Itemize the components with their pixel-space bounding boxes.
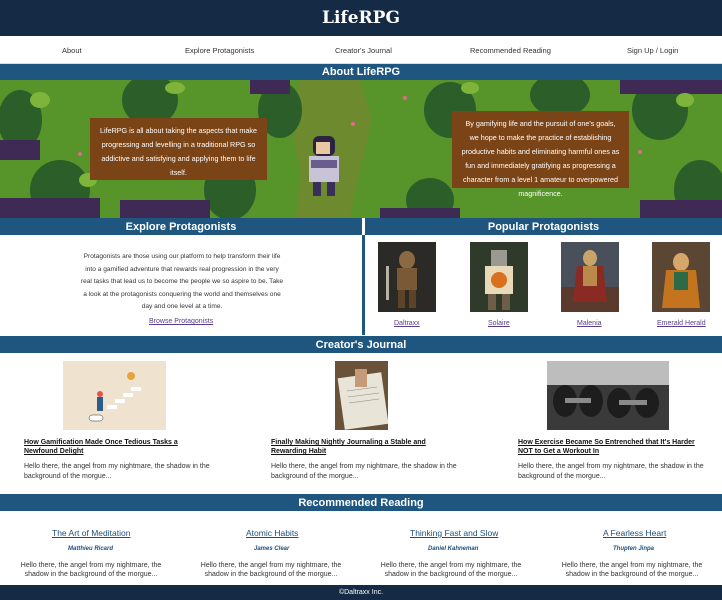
site-logo[interactable]: LifeRPG xyxy=(322,8,400,28)
book-title[interactable]: The Art of Meditation xyxy=(52,528,130,538)
daltraxx-portrait xyxy=(378,242,436,312)
popular-heading-band: Popular Protagonists xyxy=(365,218,722,235)
protagonist-card[interactable]: Emerald Herald xyxy=(652,242,710,327)
protagonist-name[interactable]: Malenia xyxy=(577,320,602,327)
book-author: James Clear xyxy=(254,546,290,552)
journal-post-title[interactable]: Finally Making Nightly Journaling a Stab… xyxy=(271,438,461,456)
book-excerpt: Hello there, the angel from my nightmare… xyxy=(380,562,522,578)
book-excerpt: Hello there, the angel from my nightmare… xyxy=(200,562,342,578)
book-title[interactable]: Thinking Fast and Slow xyxy=(410,528,498,538)
journal-post-title[interactable]: How Exercise Became So Entrenched that I… xyxy=(518,438,708,456)
protagonist-name[interactable]: Daltraxx xyxy=(394,320,420,327)
nav-about[interactable]: About xyxy=(62,46,82,55)
about-intro-box: LifeRPG is all about taking the aspects … xyxy=(90,118,267,180)
nav-recommended-reading[interactable]: Recommended Reading xyxy=(470,46,551,55)
book-title[interactable]: Atomic Habits xyxy=(246,528,298,538)
protagonist-name[interactable]: Solaire xyxy=(488,320,510,327)
book-excerpt: Hello there, the angel from my nightmare… xyxy=(20,562,162,578)
solaire-portrait xyxy=(470,242,528,312)
dumbbells-photo xyxy=(547,361,669,430)
about-mission-box: By gamifying life and the pursuit of one… xyxy=(452,111,629,198)
journal-post-title[interactable]: How Gamification Made Once Tedious Tasks… xyxy=(24,438,209,456)
journal-post-excerpt: Hello there, the angel from my nightmare… xyxy=(518,463,704,480)
about-mission-text: By gamifying life and the pursuit of one… xyxy=(461,119,620,198)
about-intro-text: LifeRPG is all about taking the aspects … xyxy=(99,126,257,177)
reading-heading-band: Recommended Reading xyxy=(0,494,722,511)
protagonist-card[interactable]: Daltraxx xyxy=(378,242,436,327)
book-author: Thupten Jinpa xyxy=(613,546,654,552)
site-header: LifeRPG xyxy=(0,0,722,36)
protagonist-name[interactable]: Emerald Herald xyxy=(657,320,706,327)
journal-post-excerpt: Hello there, the angel from my nightmare… xyxy=(24,463,210,480)
about-heading-band: About LifeRPG xyxy=(0,64,722,80)
book-author: Matthieu Ricard xyxy=(68,546,114,552)
protagonist-card[interactable]: Malenia xyxy=(561,242,619,327)
footer-copyright: ©Daltraxx Inc. xyxy=(338,589,384,596)
about-hero: LifeRPG is all about taking the aspects … xyxy=(0,80,722,218)
journal-post-excerpt: Hello there, the angel from my nightmare… xyxy=(271,463,457,480)
main-nav: About Explore Protagonists Creator's Jou… xyxy=(0,36,722,64)
explore-description: Protagonists are those using our platfor… xyxy=(80,253,284,310)
reading-heading: Recommended Reading xyxy=(298,496,424,509)
book-title[interactable]: A Fearless Heart xyxy=(603,528,666,538)
journal-heading: Creator's Journal xyxy=(315,338,407,351)
site-footer: ©Daltraxx Inc. xyxy=(0,585,722,600)
gamification-illustration xyxy=(63,361,166,430)
popular-heading: Popular Protagonists xyxy=(487,220,600,233)
nav-creators-journal[interactable]: Creator's Journal xyxy=(335,46,392,55)
journal-heading-band: Creator's Journal xyxy=(0,336,722,353)
malenia-portrait xyxy=(561,242,619,312)
book-excerpt: Hello there, the angel from my nightmare… xyxy=(561,562,703,578)
nav-sign-up-login[interactable]: Sign Up / Login xyxy=(627,46,678,55)
journaling-photo xyxy=(335,361,388,430)
nav-explore-protagonists[interactable]: Explore Protagonists xyxy=(185,46,254,55)
protagonist-card[interactable]: Solaire xyxy=(470,242,528,327)
book-author: Daniel Kahneman xyxy=(428,546,479,552)
about-heading: About LifeRPG xyxy=(321,66,401,78)
section-divider xyxy=(362,235,365,335)
explore-heading: Explore Protagonists xyxy=(125,220,237,233)
explore-heading-band: Explore Protagonists xyxy=(0,218,362,235)
emerald-herald-portrait xyxy=(652,242,710,312)
browse-protagonists-link[interactable]: Browse Protagonists xyxy=(149,318,213,325)
